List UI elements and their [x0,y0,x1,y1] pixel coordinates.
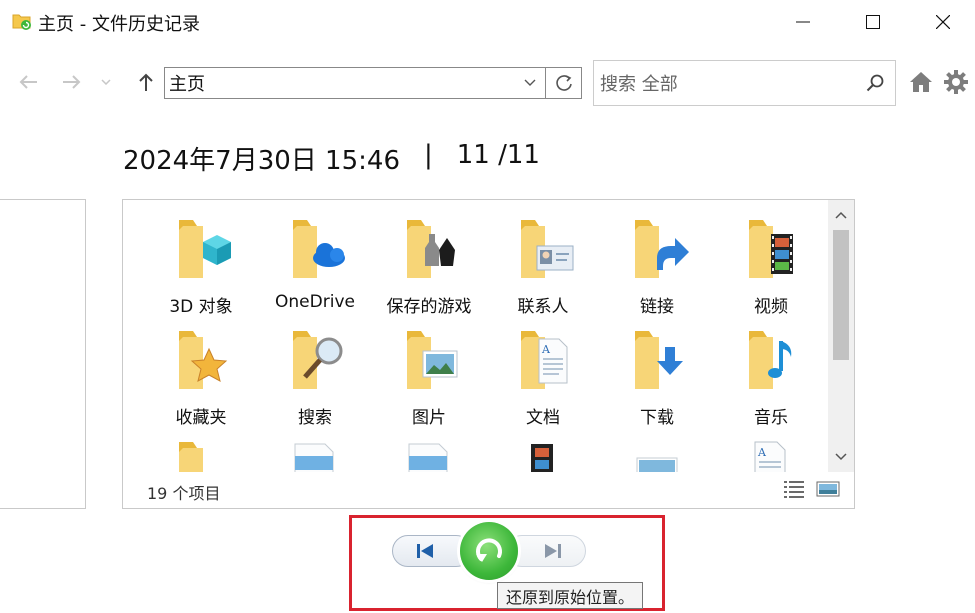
home-button[interactable] [907,68,935,96]
back-arrow-icon [19,75,37,89]
list-item[interactable]: 3D 对象 [145,200,257,317]
videos-folder-icon [735,216,807,282]
pictures-folder-icon [393,327,465,393]
scroll-down-button[interactable] [828,444,854,470]
recent-locations-button[interactable] [96,68,116,96]
search-box[interactable]: 搜索 全部 [593,60,896,106]
forward-arrow-icon [63,75,81,89]
snapshot-header: 2024年7月30日 15:46 | 11 /11 [123,140,540,177]
onedrive-folder-icon [279,216,351,282]
settings-button[interactable] [942,68,970,96]
folder-icon [165,438,237,472]
list-item[interactable]: 音乐 [715,311,827,428]
minimize-button[interactable] [774,0,832,44]
list-item[interactable] [373,422,485,472]
saved-games-folder-icon [393,216,465,282]
list-item[interactable]: 联系人 [487,200,599,317]
up-arrow-icon [139,73,153,91]
large-icons-view-icon [816,481,840,497]
restore-tooltip: 还原到原始位置。 [497,582,644,609]
address-value: 主页 [169,74,205,95]
refresh-icon [555,75,572,91]
snapshot-datetime: 2024年7月30日 15:46 [123,146,400,176]
3d-objects-folder-icon [165,216,237,282]
file-view-panel: 3D 对象 OneDrive 保存的游戏 联系人 链接 视频 收藏夹 搜索 图片… [122,199,855,509]
favorites-folder-icon [165,327,237,393]
maximize-button[interactable] [844,0,902,44]
gear-icon [944,70,968,94]
item-count: 19 个项目 [147,484,221,503]
searches-folder-icon [279,327,351,393]
list-item[interactable]: OneDrive [259,200,371,312]
chevron-down-icon [835,453,847,461]
list-item[interactable]: 保存的游戏 [373,200,485,317]
restore-icon [476,538,502,562]
list-item[interactable]: 收藏夹 [145,311,257,428]
refresh-button[interactable] [546,67,582,99]
list-item[interactable] [487,422,599,472]
links-folder-icon [621,216,693,282]
snapshot-position: 11 /11 [456,140,540,170]
downloads-folder-icon [621,327,693,393]
large-icons-view-button[interactable] [816,478,840,500]
chevron-down-icon [524,79,536,86]
vertical-scrollbar[interactable] [828,200,854,472]
svg-text:A: A [541,343,551,356]
list-item[interactable] [601,422,713,472]
list-item[interactable] [145,422,257,472]
search-input[interactable]: 搜索 全部 [594,70,855,96]
list-item[interactable]: 图片 [373,311,485,428]
video-file-icon [507,438,579,472]
chevron-up-icon [835,211,847,219]
list-item[interactable]: A [715,422,827,472]
search-icon [866,74,884,92]
details-view-icon [784,481,804,498]
close-button[interactable] [914,0,972,44]
documents-folder-icon: A [507,327,579,393]
snapshot-separator: | [424,140,433,170]
search-button[interactable] [855,63,895,103]
up-button[interactable] [132,68,160,96]
music-folder-icon [735,327,807,393]
document-file-icon: A [735,438,807,472]
details-view-button[interactable] [783,478,805,500]
previous-snapshot-panel[interactable] [0,199,86,509]
list-item[interactable] [259,422,371,472]
list-item[interactable]: 搜索 [259,311,371,428]
next-version-button[interactable] [506,535,586,567]
skip-previous-icon [417,544,433,558]
chevron-down-icon [101,79,111,85]
contacts-folder-icon [507,216,579,282]
forward-button[interactable] [58,68,86,96]
list-item[interactable]: 视频 [715,200,827,317]
file-icon [393,438,465,472]
skip-next-icon [545,544,561,558]
svg-text:A: A [757,446,767,459]
home-icon [910,72,932,92]
file-history-app-icon [12,11,32,31]
address-bar[interactable]: 主页 [164,67,546,99]
list-item[interactable]: 下载 [601,311,713,428]
scrollbar-thumb[interactable] [833,230,849,360]
window-title: 主页 - 文件历史记录 [38,14,200,35]
back-button[interactable] [14,68,42,96]
image-file-icon [621,438,693,472]
title-bar: 主页 - 文件历史记录 [0,0,975,44]
scroll-up-button[interactable] [828,202,854,228]
file-icon [279,438,351,472]
restore-button[interactable] [460,522,518,580]
item-label: OneDrive [275,292,355,312]
file-grid: 3D 对象 OneDrive 保存的游戏 联系人 链接 视频 收藏夹 搜索 图片… [123,200,828,472]
list-item[interactable]: A 文档 [487,311,599,428]
list-item[interactable]: 链接 [601,200,713,317]
address-dropdown-button[interactable] [515,68,545,98]
